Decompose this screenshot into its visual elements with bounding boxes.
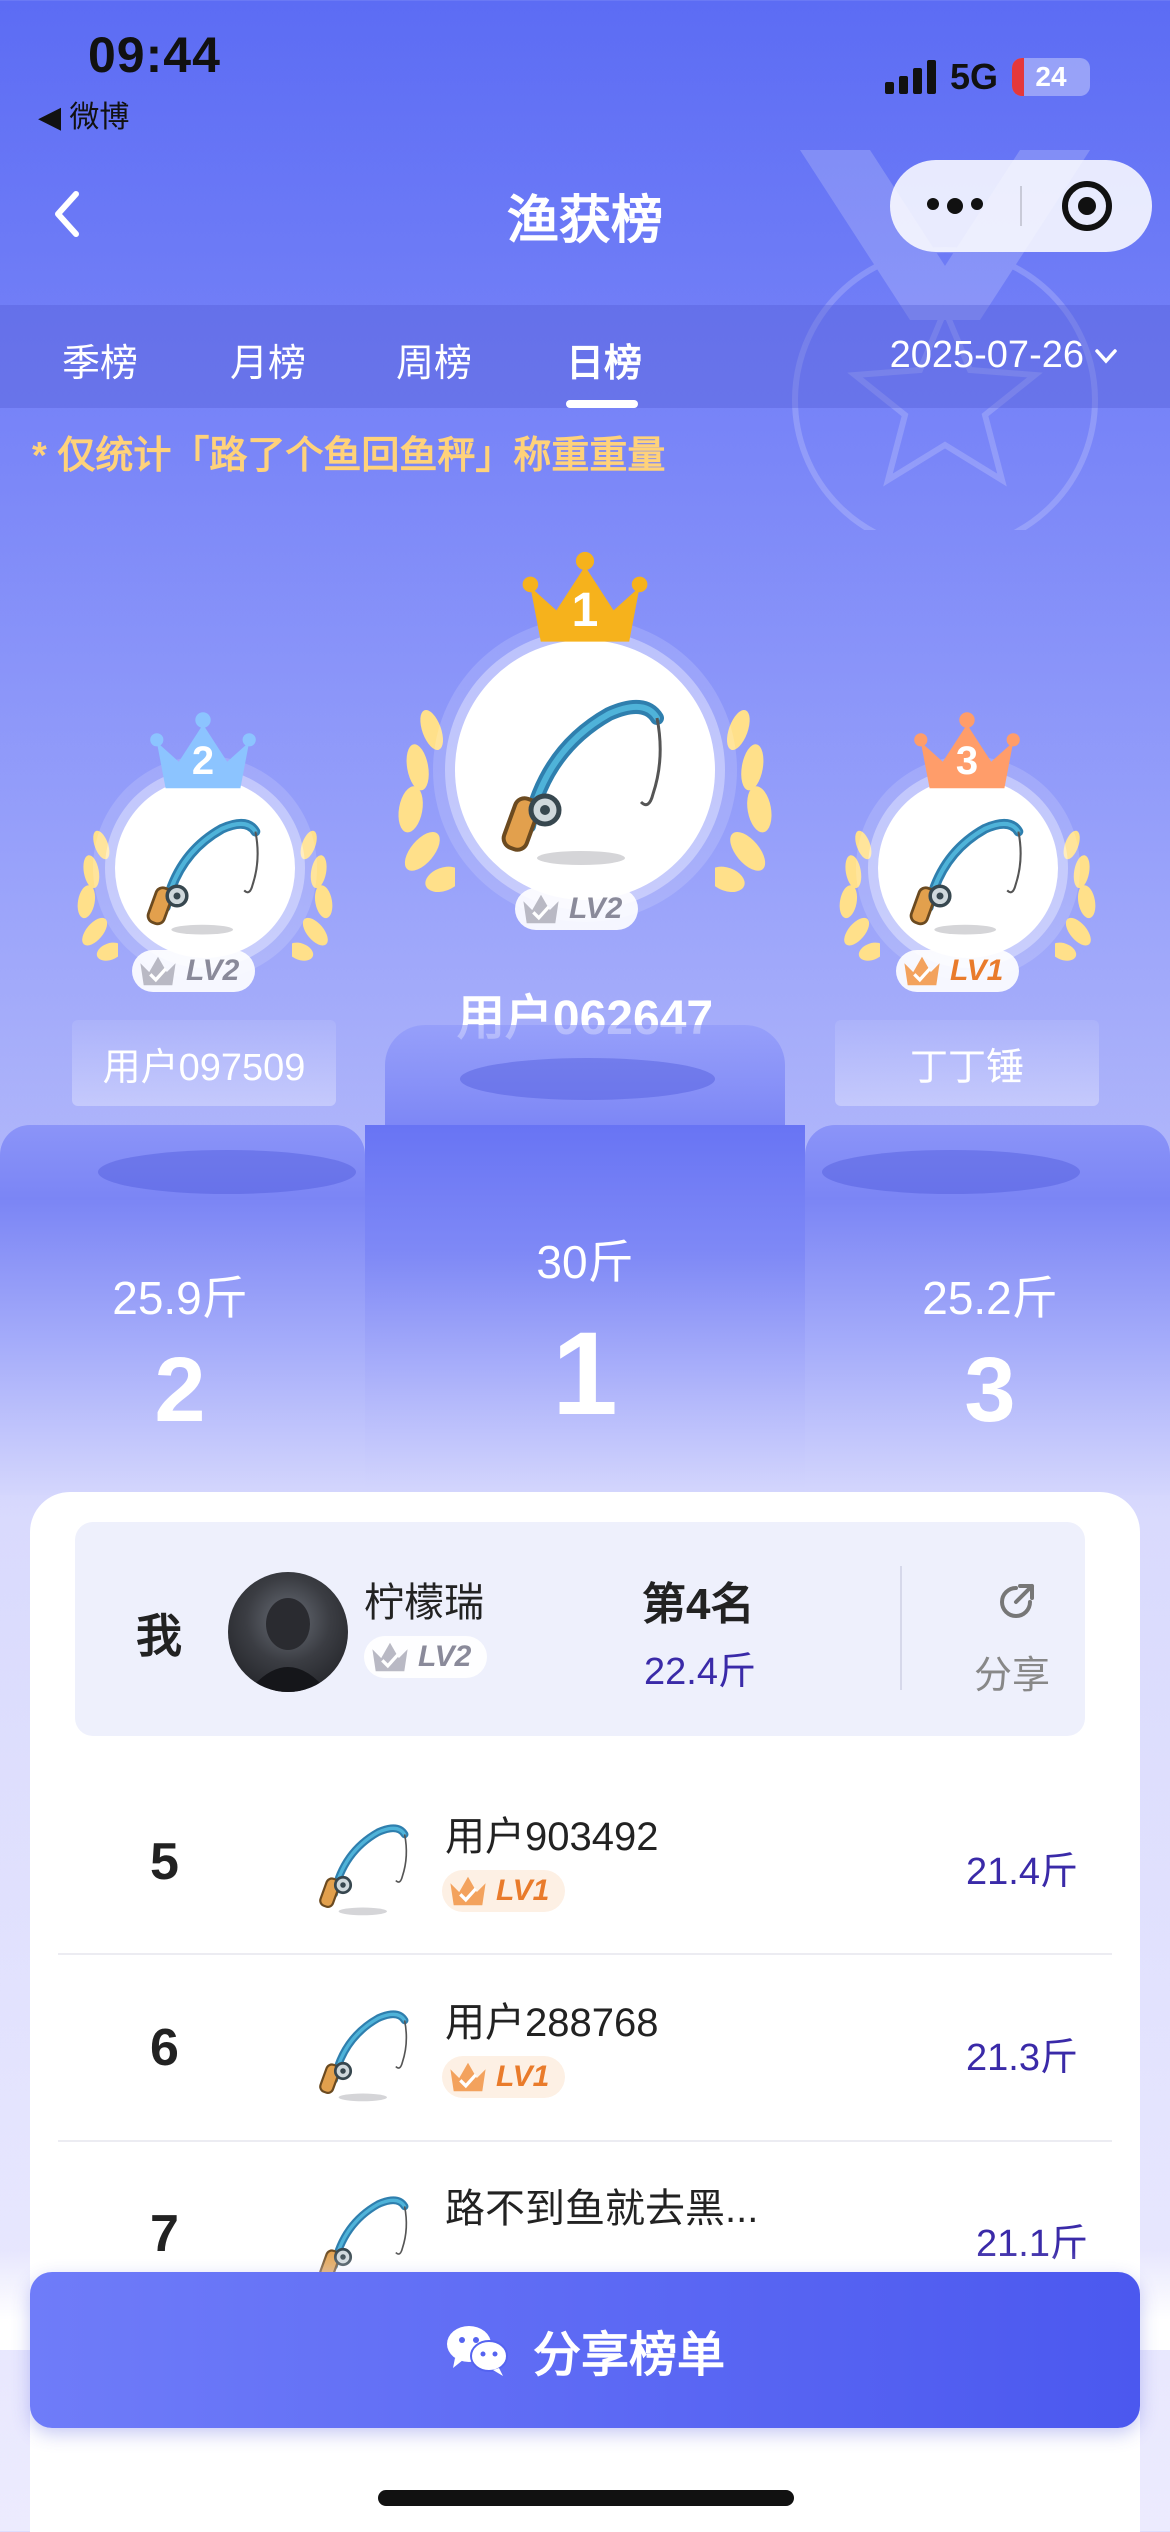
my-rank: 第4名 (642, 1580, 755, 1629)
third-level-badge: LV1 (896, 950, 1020, 992)
third-podium-base (822, 1150, 1080, 1194)
row-name: 用户288768 (445, 2001, 659, 2045)
laurel-right-icon (715, 700, 785, 900)
share-button-label: 分享榜单 (532, 2329, 725, 2382)
row-name: 路不到鱼就去黑... (445, 2187, 759, 2231)
laurel-left-icon (385, 700, 455, 900)
tab-day[interactable]: 日榜 (566, 332, 642, 387)
fishing-rod-icon (310, 1808, 420, 1918)
fishing-rod-icon (485, 670, 685, 870)
row-rank: 5 (150, 1833, 179, 1891)
more-icon[interactable] (890, 198, 1020, 214)
first-crown-number: 1 (571, 583, 599, 637)
notice-text: * 仅统计「路了个鱼回鱼秤」称重重量 (32, 435, 666, 477)
wechat-icon (446, 2326, 508, 2376)
first-place-avatar[interactable] (455, 640, 715, 900)
status-indicators: 5G 24 (884, 56, 1090, 98)
second-place-avatar[interactable] (115, 778, 295, 958)
network-type: 5G (949, 56, 998, 97)
third-level-text: LV1 (950, 954, 1004, 987)
silver-crown-icon: 2 (148, 708, 258, 798)
status-time: 09:44 (88, 27, 221, 83)
third-weight: 25.2斤 (922, 1272, 1058, 1324)
back-to-app-link[interactable]: ◀ 微博 (38, 92, 129, 136)
row-name: 用户903492 (445, 1815, 659, 1859)
my-rank-panel (75, 1522, 1085, 1736)
laurel-right-icon (1055, 820, 1105, 970)
second-podium-base (98, 1150, 356, 1194)
row-level-badge: LV1 (442, 1870, 566, 1912)
signal-icon (884, 60, 936, 94)
divider (900, 1566, 902, 1690)
third-place-avatar[interactable] (878, 778, 1058, 958)
row-divider (58, 2140, 1112, 2142)
second-rank: 2 (154, 1339, 206, 1441)
laurel-left-icon (830, 820, 880, 970)
row-divider (58, 1953, 1112, 1955)
tab-month[interactable]: 月榜 (230, 332, 306, 387)
second-crown-number: 2 (191, 738, 215, 783)
date-value: 2025-07-26 (889, 334, 1084, 376)
my-avatar[interactable] (228, 1572, 348, 1692)
first-level-text: LV2 (569, 892, 623, 925)
row-rank: 6 (150, 2019, 179, 2077)
my-weight: 22.4斤 (644, 1651, 756, 1693)
home-indicator[interactable] (378, 2490, 794, 2506)
battery-level: 24 (1035, 61, 1067, 92)
fishing-rod-icon (898, 798, 1038, 938)
tab-week[interactable]: 周榜 (396, 332, 472, 387)
date-picker[interactable]: 2025-07-26 (890, 334, 1120, 377)
first-level-badge: LV2 (515, 888, 639, 930)
my-level-text: LV2 (418, 1640, 472, 1673)
laurel-left-icon (68, 820, 118, 970)
fishing-rod-icon (135, 798, 275, 938)
mini-program-capsule (890, 160, 1152, 252)
second-level-badge: LV2 (132, 950, 256, 992)
tab-active-indicator (566, 400, 638, 408)
fishing-rod-icon (310, 1994, 420, 2104)
row-level-badge: LV1 (442, 2056, 566, 2098)
my-name: 柠檬瑞 (364, 1581, 484, 1625)
bronze-crown-icon: 3 (912, 708, 1022, 798)
row-weight: 21.3斤 (966, 2037, 1078, 2079)
second-level-text: LV2 (186, 954, 240, 987)
tab-season[interactable]: 季榜 (62, 332, 138, 387)
second-place-name: 用户097509 (72, 1020, 336, 1106)
battery-icon: 24 (1012, 58, 1090, 96)
me-label: 我 (136, 1610, 182, 1662)
third-crown-number: 3 (955, 738, 979, 783)
first-podium-base (460, 1058, 715, 1100)
my-level-badge: LV2 (364, 1636, 488, 1678)
row-level-text: LV1 (496, 2060, 550, 2093)
second-weight: 25.9斤 (112, 1272, 248, 1324)
third-place-name: 丁丁锤 (835, 1020, 1099, 1106)
close-target-icon[interactable] (1022, 178, 1152, 234)
row-level-text: LV1 (496, 1874, 550, 1907)
chevron-down-icon (1095, 348, 1117, 364)
first-weight: 30斤 (536, 1236, 634, 1288)
share-label[interactable]: 分享 (974, 1644, 1050, 1699)
first-rank: 1 (552, 1308, 618, 1440)
share-icon[interactable] (994, 1580, 1038, 1624)
row-weight: 21.4斤 (966, 1851, 1078, 1893)
share-ranking-button[interactable]: 分享榜单 (30, 2272, 1140, 2428)
third-rank: 3 (964, 1339, 1016, 1441)
laurel-right-icon (292, 820, 342, 970)
gold-crown-icon: 1 (520, 545, 650, 655)
